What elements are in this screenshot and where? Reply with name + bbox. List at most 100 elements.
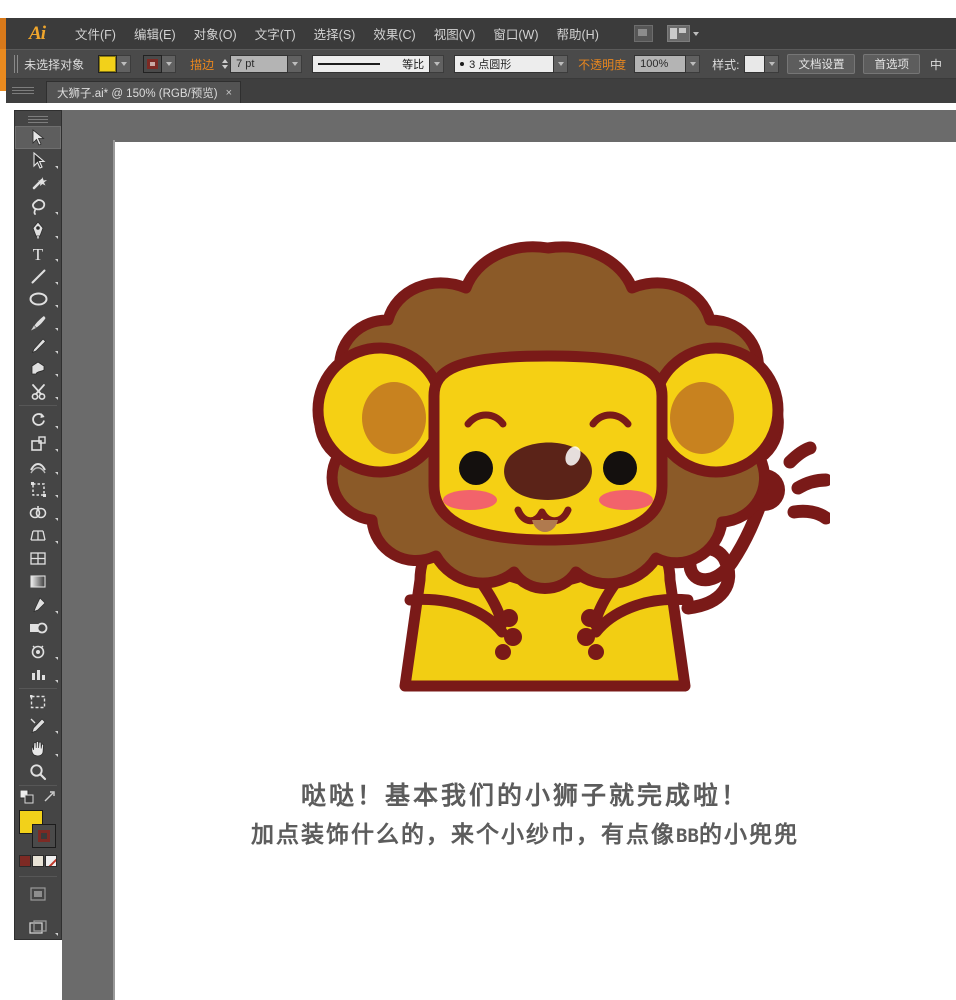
control-bar: 未选择对象 描边 7 pt 等比 3 点圆形 不透明度 100% 样式: 文档设… xyxy=(6,49,956,79)
stroke-weight-stepper[interactable] xyxy=(222,59,229,69)
ellipse-tool[interactable] xyxy=(15,288,61,311)
stroke-weight-control[interactable]: 7 pt xyxy=(222,55,303,73)
stroke-profile-preview[interactable]: 等比 xyxy=(312,55,431,73)
color-button[interactable] xyxy=(19,854,31,867)
lasso-tool[interactable] xyxy=(15,195,61,218)
shape-builder-tool[interactable] xyxy=(15,501,61,524)
document-setup-button[interactable]: 文档设置 xyxy=(787,54,856,74)
scale-tool[interactable] xyxy=(15,432,61,455)
selection-tool[interactable] xyxy=(15,125,61,150)
document-tab-bar: 大狮子.ai* @ 150% (RGB/预览) × xyxy=(6,79,956,103)
column-graph-tool[interactable] xyxy=(15,663,61,686)
menu-file[interactable]: 文件(F) xyxy=(66,21,125,46)
fill-stroke-indicator[interactable] xyxy=(15,808,61,851)
menu-view[interactable]: 视图(V) xyxy=(425,21,485,46)
mesh-tool[interactable] xyxy=(15,547,61,570)
opacity-value[interactable]: 100% xyxy=(634,55,687,73)
menu-edit[interactable]: 编辑(E) xyxy=(125,21,185,46)
type-tool[interactable]: T xyxy=(15,242,61,265)
ai-logo-icon: Ai xyxy=(29,22,46,44)
fill-color-dropdown[interactable] xyxy=(117,55,132,73)
chevron-down-icon xyxy=(433,62,440,66)
graphic-style-control[interactable] xyxy=(744,55,780,73)
free-transform-tool[interactable] xyxy=(15,478,61,501)
lion-eye-left xyxy=(459,451,493,485)
lion-artwork[interactable] xyxy=(270,200,833,730)
tab-bar-grip[interactable] xyxy=(6,79,46,103)
menu-window[interactable]: 窗口(W) xyxy=(484,21,547,46)
artboard-tool[interactable] xyxy=(15,691,61,714)
opacity-panel-link[interactable]: 不透明度 xyxy=(578,56,626,73)
blend-tool[interactable] xyxy=(15,617,61,640)
eyedropper-tool[interactable] xyxy=(15,593,61,616)
width-tool[interactable] xyxy=(15,455,61,478)
swap-fill-stroke-icon[interactable] xyxy=(42,790,56,804)
illustrator-window: Ai 文件(F) 编辑(E) 对象(O) 文字(T) 选择(S) 效果(C) 视… xyxy=(0,0,956,1000)
symbol-sprayer-tool[interactable] xyxy=(15,640,61,663)
fill-color-swatch[interactable] xyxy=(98,55,118,73)
default-fill-stroke-icon[interactable] xyxy=(20,790,34,804)
stroke-profile-label: 等比 xyxy=(402,59,425,71)
gradient-tool[interactable] xyxy=(15,570,61,593)
stroke-profile-control[interactable]: 等比 xyxy=(312,55,445,73)
direct-selection-tool[interactable] xyxy=(15,149,61,172)
preferences-button[interactable]: 首选项 xyxy=(863,54,920,74)
chevron-down-icon xyxy=(768,62,775,66)
bridge-icon[interactable] xyxy=(633,25,653,42)
gradient-button[interactable] xyxy=(32,854,44,867)
opacity-dropdown[interactable] xyxy=(686,55,701,73)
chevron-down-icon xyxy=(689,62,696,66)
document-tab[interactable]: 大狮子.ai* @ 150% (RGB/预览) × xyxy=(46,81,242,103)
paintbrush-tool[interactable] xyxy=(15,311,61,334)
control-bar-overflow[interactable]: 中 xyxy=(930,56,942,73)
close-icon[interactable]: × xyxy=(226,87,232,99)
stroke-color-control[interactable] xyxy=(143,55,177,73)
tools-divider-2 xyxy=(19,687,57,689)
graphic-style-swatch[interactable] xyxy=(744,55,766,73)
stroke-color-dropdown[interactable] xyxy=(162,55,177,73)
stroke-weight-dropdown[interactable] xyxy=(288,55,303,73)
brush-definition-dropdown[interactable] xyxy=(554,55,569,73)
blob-brush-tool[interactable] xyxy=(15,357,61,380)
rotate-tool[interactable] xyxy=(15,408,61,431)
pen-tool[interactable] xyxy=(15,218,61,241)
drawing-mode-icon[interactable] xyxy=(15,883,61,906)
selection-status-label: 未选择对象 xyxy=(24,57,85,72)
stroke-profile-dropdown[interactable] xyxy=(430,55,445,73)
screen-mode-icon[interactable] xyxy=(15,916,61,939)
tools-divider-4 xyxy=(19,875,57,877)
chevron-down-icon[interactable] xyxy=(692,31,699,36)
menu-effect[interactable]: 效果(C) xyxy=(364,21,424,46)
brush-definition-control[interactable]: 3 点圆形 xyxy=(454,55,569,73)
tools-panel: T xyxy=(14,110,62,940)
line-segment-tool[interactable] xyxy=(15,265,61,288)
fill-color-control[interactable] xyxy=(98,55,132,73)
stroke-color-swatch[interactable] xyxy=(143,55,163,73)
magic-wand-tool[interactable] xyxy=(15,172,61,195)
lion-illustration[interactable] xyxy=(270,200,833,730)
none-button[interactable] xyxy=(45,854,57,867)
scissors-tool[interactable] xyxy=(15,380,61,403)
zoom-tool[interactable] xyxy=(15,760,61,783)
brush-definition-label: 3 点圆形 xyxy=(469,59,512,71)
stroke-panel-link[interactable]: 描边 xyxy=(190,56,214,73)
menu-select[interactable]: 选择(S) xyxy=(305,21,365,46)
toolbar-stroke-swatch[interactable] xyxy=(32,824,56,849)
menu-help[interactable]: 帮助(H) xyxy=(548,21,608,46)
pencil-tool[interactable] xyxy=(15,334,61,357)
stroke-weight-value[interactable]: 7 pt xyxy=(230,55,289,73)
opacity-control[interactable]: 100% xyxy=(634,55,701,73)
caption-line-2: 加点装饰什么的，来个小纱巾，有点像BB的小兜兜 xyxy=(115,819,935,852)
hand-tool[interactable] xyxy=(15,737,61,760)
lion-cheek-left xyxy=(443,490,497,510)
control-bar-grip[interactable] xyxy=(14,55,19,73)
slice-tool[interactable] xyxy=(15,714,61,737)
menu-object[interactable]: 对象(O) xyxy=(185,21,246,46)
menu-type[interactable]: 文字(T) xyxy=(246,21,305,46)
graphic-style-dropdown[interactable] xyxy=(765,55,780,73)
perspective-grid-tool[interactable] xyxy=(15,524,61,547)
arrange-documents-icon[interactable] xyxy=(666,25,690,42)
chevron-down-icon xyxy=(165,62,172,66)
brush-definition-preview[interactable]: 3 点圆形 xyxy=(454,55,555,73)
tool-panel-grip[interactable] xyxy=(15,113,61,126)
